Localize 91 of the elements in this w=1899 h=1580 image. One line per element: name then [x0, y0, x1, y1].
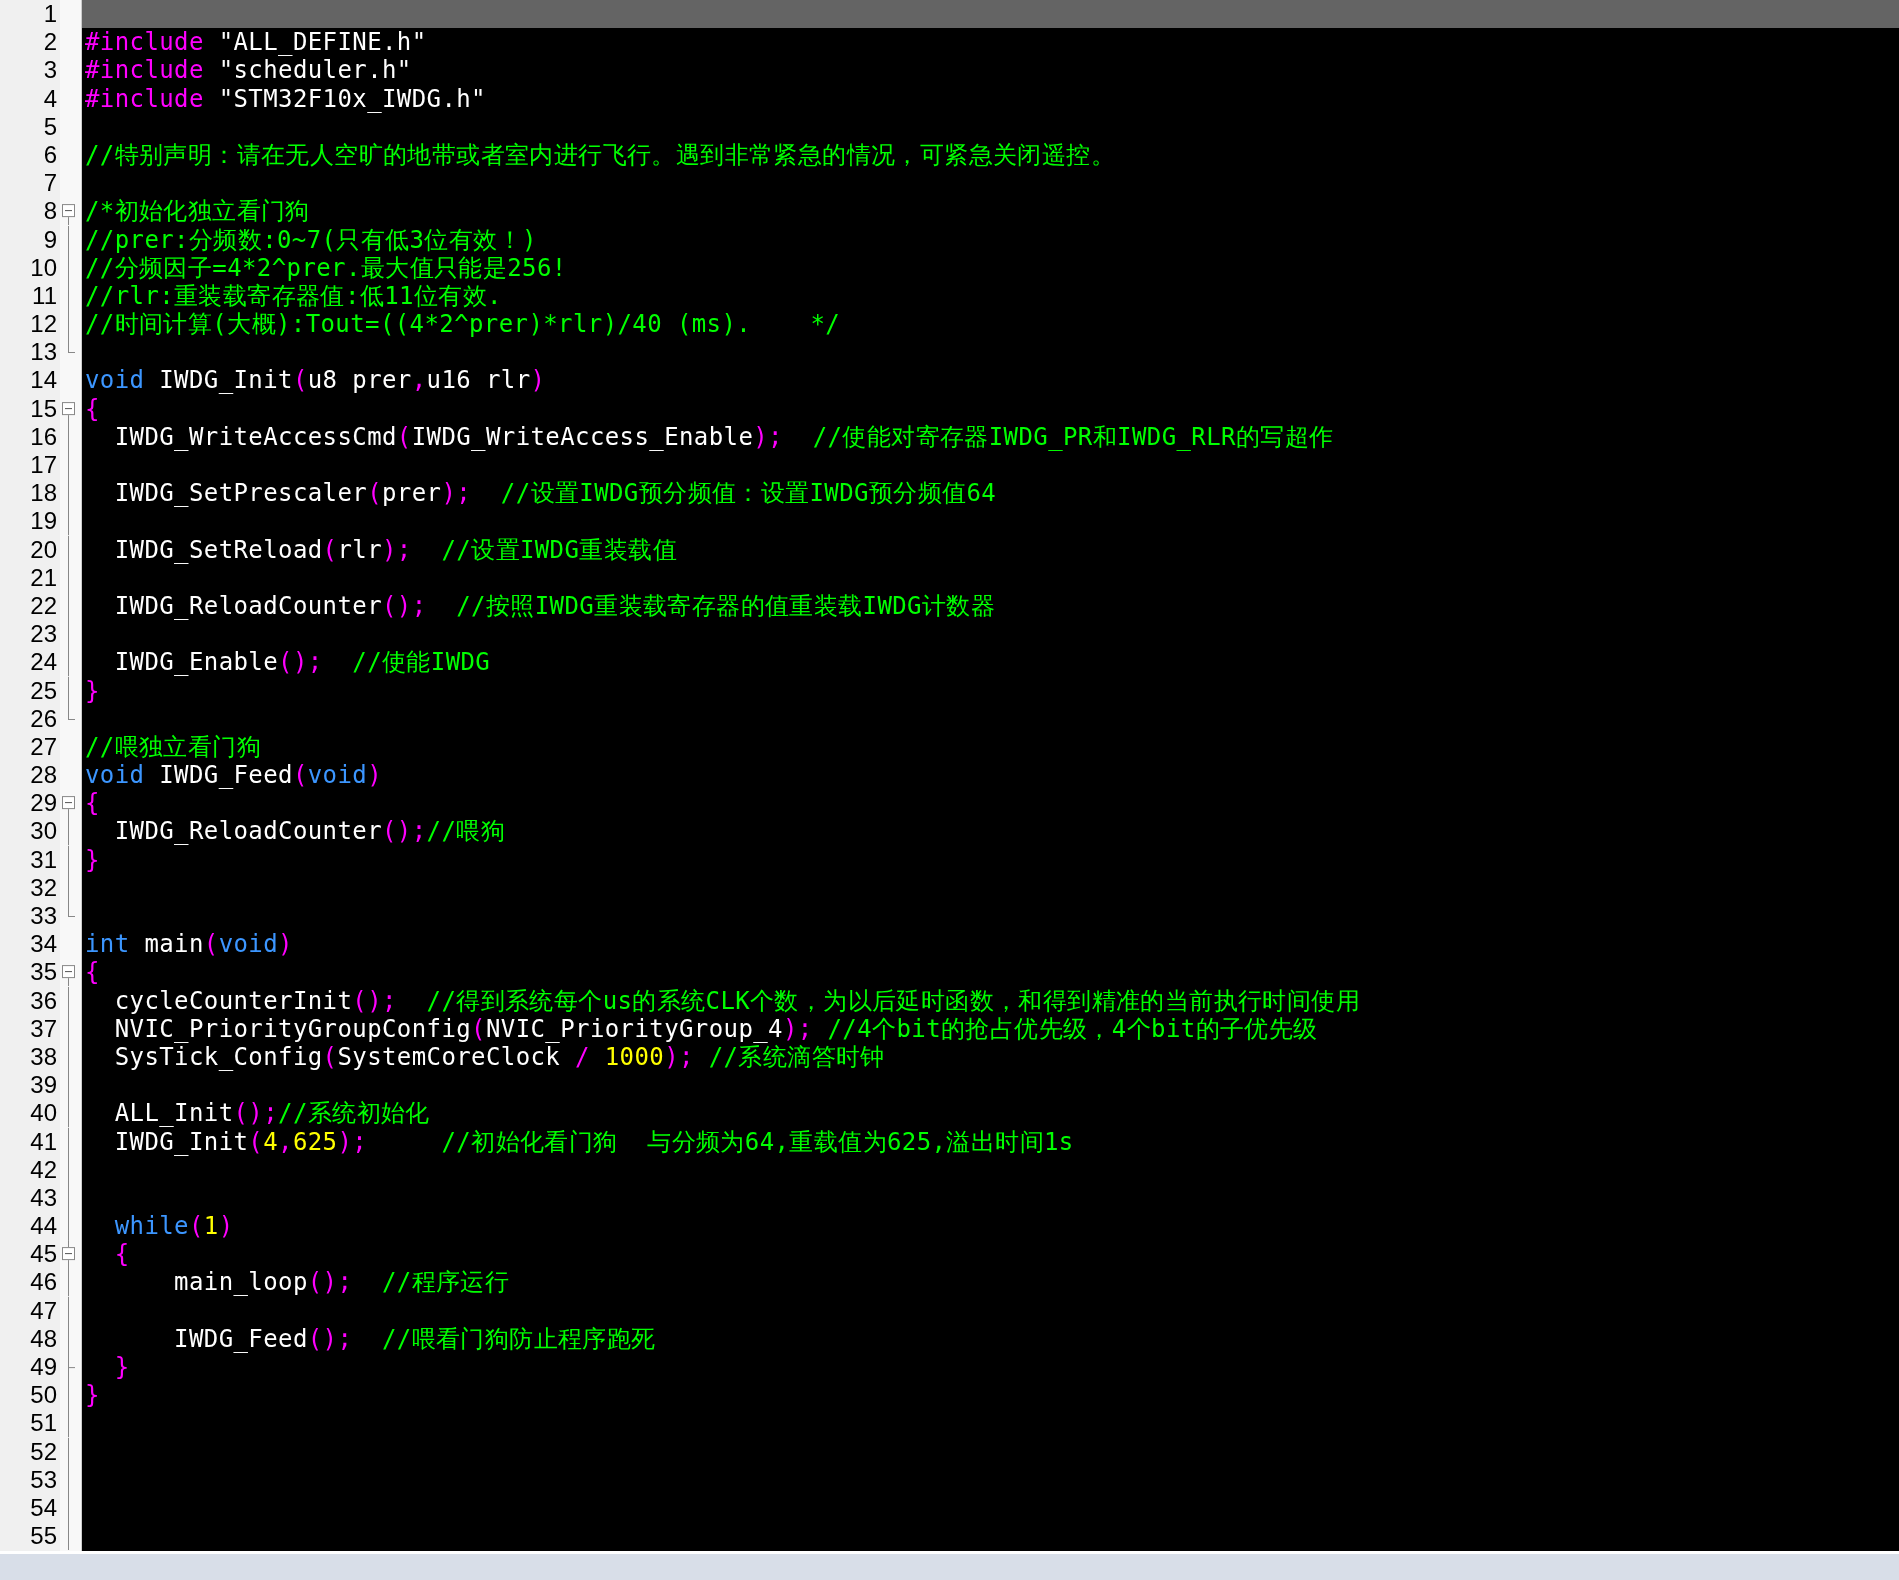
line-number: 41	[29, 1127, 58, 1156]
code-line: //分频因子=4*2^prer.最大值只能是256!	[85, 253, 567, 282]
line-number: 1	[42, 0, 58, 29]
code-line: IWDG_SetPrescaler(prer); //设置IWDG预分频值：设置IWDG预分频值64	[113, 479, 997, 508]
line-number: 26	[29, 704, 58, 733]
code-line: //rlr:重装载寄存器值:低11位有效.	[85, 281, 502, 310]
line-number: 44	[29, 1212, 58, 1241]
line-number: 36	[29, 986, 58, 1015]
line-number: 40	[29, 1099, 58, 1128]
line-number: 18	[29, 479, 58, 508]
code-line: //喂独立看门狗	[85, 732, 262, 761]
line-number: 39	[29, 1071, 58, 1100]
line-number: 32	[29, 873, 58, 902]
line-number: 35	[29, 958, 58, 987]
line-number: 30	[29, 817, 58, 846]
code-line: #include "scheduler.h"	[85, 56, 412, 85]
code-line: {	[85, 958, 100, 987]
code-line: }	[85, 1381, 100, 1410]
line-number: 10	[29, 253, 58, 282]
code-line: //prer:分频数:0~7(只有低3位有效！)	[85, 225, 537, 254]
code-line: IWDG_Feed(); //喂看门狗防止程序跑死	[173, 1324, 656, 1353]
line-number: 42	[29, 1155, 58, 1184]
line-number: 14	[29, 366, 58, 395]
code-line: IWDG_SetReload(rlr); //设置IWDG重装载值	[113, 535, 677, 564]
code-line: IWDG_ReloadCounter(); //按照IWDG重装载寄存器的值重装载IWDG计数器	[113, 591, 996, 620]
code-line: void IWDG_Feed(void)	[85, 761, 383, 790]
line-number: 49	[29, 1353, 58, 1382]
line-number: 13	[29, 338, 58, 367]
code-line: IWDG_Init(4,625); //初始化看门狗 与分频为64,重载值为625,溢出时间1s	[113, 1127, 1074, 1156]
line-number: 38	[29, 1042, 58, 1072]
line-number: 20	[29, 535, 58, 564]
code-line: IWDG_ReloadCounter();//喂狗	[113, 817, 506, 846]
code-line: /*初始化独立看门狗	[85, 197, 310, 226]
line-number: 5	[42, 112, 58, 141]
line-number: 29	[29, 789, 58, 818]
line-number: 45	[29, 1240, 58, 1269]
line-number: 46	[29, 1268, 58, 1297]
line-number: 17	[29, 451, 58, 480]
line-number: 28	[29, 761, 58, 790]
line-number: 54	[29, 1493, 58, 1523]
line-number: 23	[29, 620, 58, 649]
line-number: 31	[29, 845, 58, 874]
line-number: 21	[29, 563, 58, 592]
code-line: {	[85, 394, 100, 423]
line-number: 33	[29, 902, 58, 931]
line-number: 47	[29, 1296, 58, 1325]
line-number: 3	[42, 56, 58, 85]
code-line: int main(void)	[85, 930, 293, 959]
line-number: 8	[42, 197, 58, 226]
line-number: 43	[29, 1183, 58, 1213]
code-line: SysTick_Config(SystemCoreClock / 1000); //系统滴答时钟	[113, 1042, 885, 1071]
code-line: {	[85, 789, 100, 818]
line-number: 50	[29, 1381, 58, 1410]
line-number: 9	[42, 225, 58, 254]
code-line: }	[113, 1353, 130, 1381]
code-line: #include "ALL_DEFINE.h"	[85, 28, 427, 57]
code-line: {	[113, 1240, 130, 1269]
line-number: 16	[29, 422, 58, 451]
code-line: IWDG_WriteAccessCmd(IWDG_WriteAccess_Enable); //使能对寄存器IWDG_PR和IWDG_RLR的写超作	[113, 422, 1334, 451]
line-number: 2	[42, 28, 58, 57]
code-line: IWDG_Enable(); //使能IWDG	[113, 648, 491, 677]
line-number: 24	[29, 648, 58, 677]
line-number: 7	[42, 169, 58, 198]
line-number: 6	[42, 140, 58, 170]
code-line: }	[85, 845, 100, 874]
line-number: 25	[29, 676, 58, 705]
line-number: 53	[29, 1465, 58, 1494]
code-line: }	[85, 676, 100, 705]
line-number: 11	[31, 281, 58, 311]
line-number: 37	[29, 1014, 58, 1043]
line-number: 52	[29, 1437, 58, 1466]
code-line: main_loop(); //程序运行	[173, 1268, 510, 1297]
line-number: 27	[29, 732, 58, 762]
line-number: 12	[29, 310, 58, 339]
code-line: void IWDG_Init(u8 prer,u16 rlr)	[85, 366, 546, 395]
line-number: 15	[29, 394, 58, 423]
line-number: 48	[29, 1324, 58, 1353]
code-line: while(1)	[113, 1212, 234, 1241]
code-line: //特别声明：请在无人空旷的地带或者室内进行飞行。遇到非常紧急的情况，可紧急关闭遥控。	[85, 140, 1116, 169]
code-line: NVIC_PriorityGroupConfig(NVIC_PriorityGroup_4); //4个bit的抢占优先级，4个bit的子优先级	[113, 1014, 1318, 1043]
line-number: 55	[29, 1522, 58, 1551]
code-line: #include "STM32F10x_IWDG.h"	[85, 84, 486, 113]
line-number: 22	[29, 591, 58, 621]
line-number: 34	[29, 930, 58, 959]
line-number: 4	[42, 84, 58, 113]
code-line: //时间计算(大概):Tout=((4*2^prer)*rlr)/40 (ms). */	[85, 310, 841, 339]
code-line: ALL_Init();//系统初始化	[113, 1099, 430, 1128]
line-number: 19	[29, 507, 58, 536]
line-number: 51	[29, 1409, 58, 1438]
fold-icon[interactable]	[61, 1240, 76, 1269]
code-line: cycleCounterInit(); //得到系统每个us的系统CLK个数，为以后延时函数，和得到精准的当前执行时间使用	[113, 986, 1361, 1015]
